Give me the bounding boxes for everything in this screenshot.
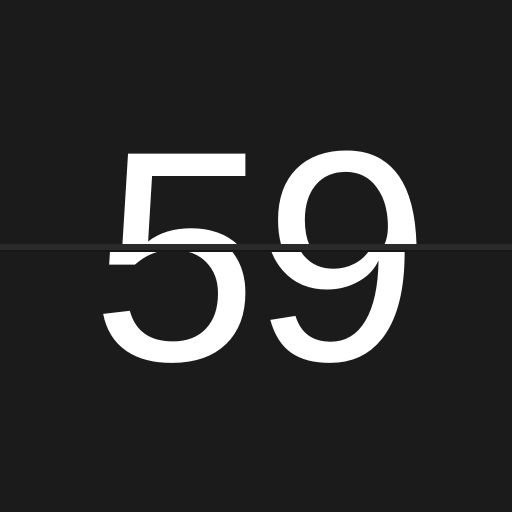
flip-hinge-line: [0, 250, 512, 252]
flip-clock-card: 59 59: [0, 0, 512, 512]
flip-digits-bottom: 59: [91, 245, 419, 424]
flip-card-bottom-half: 59: [0, 245, 512, 512]
flip-card-top-half: 59: [0, 0, 512, 245]
flip-digits-top: 59: [8, 0, 512, 245]
